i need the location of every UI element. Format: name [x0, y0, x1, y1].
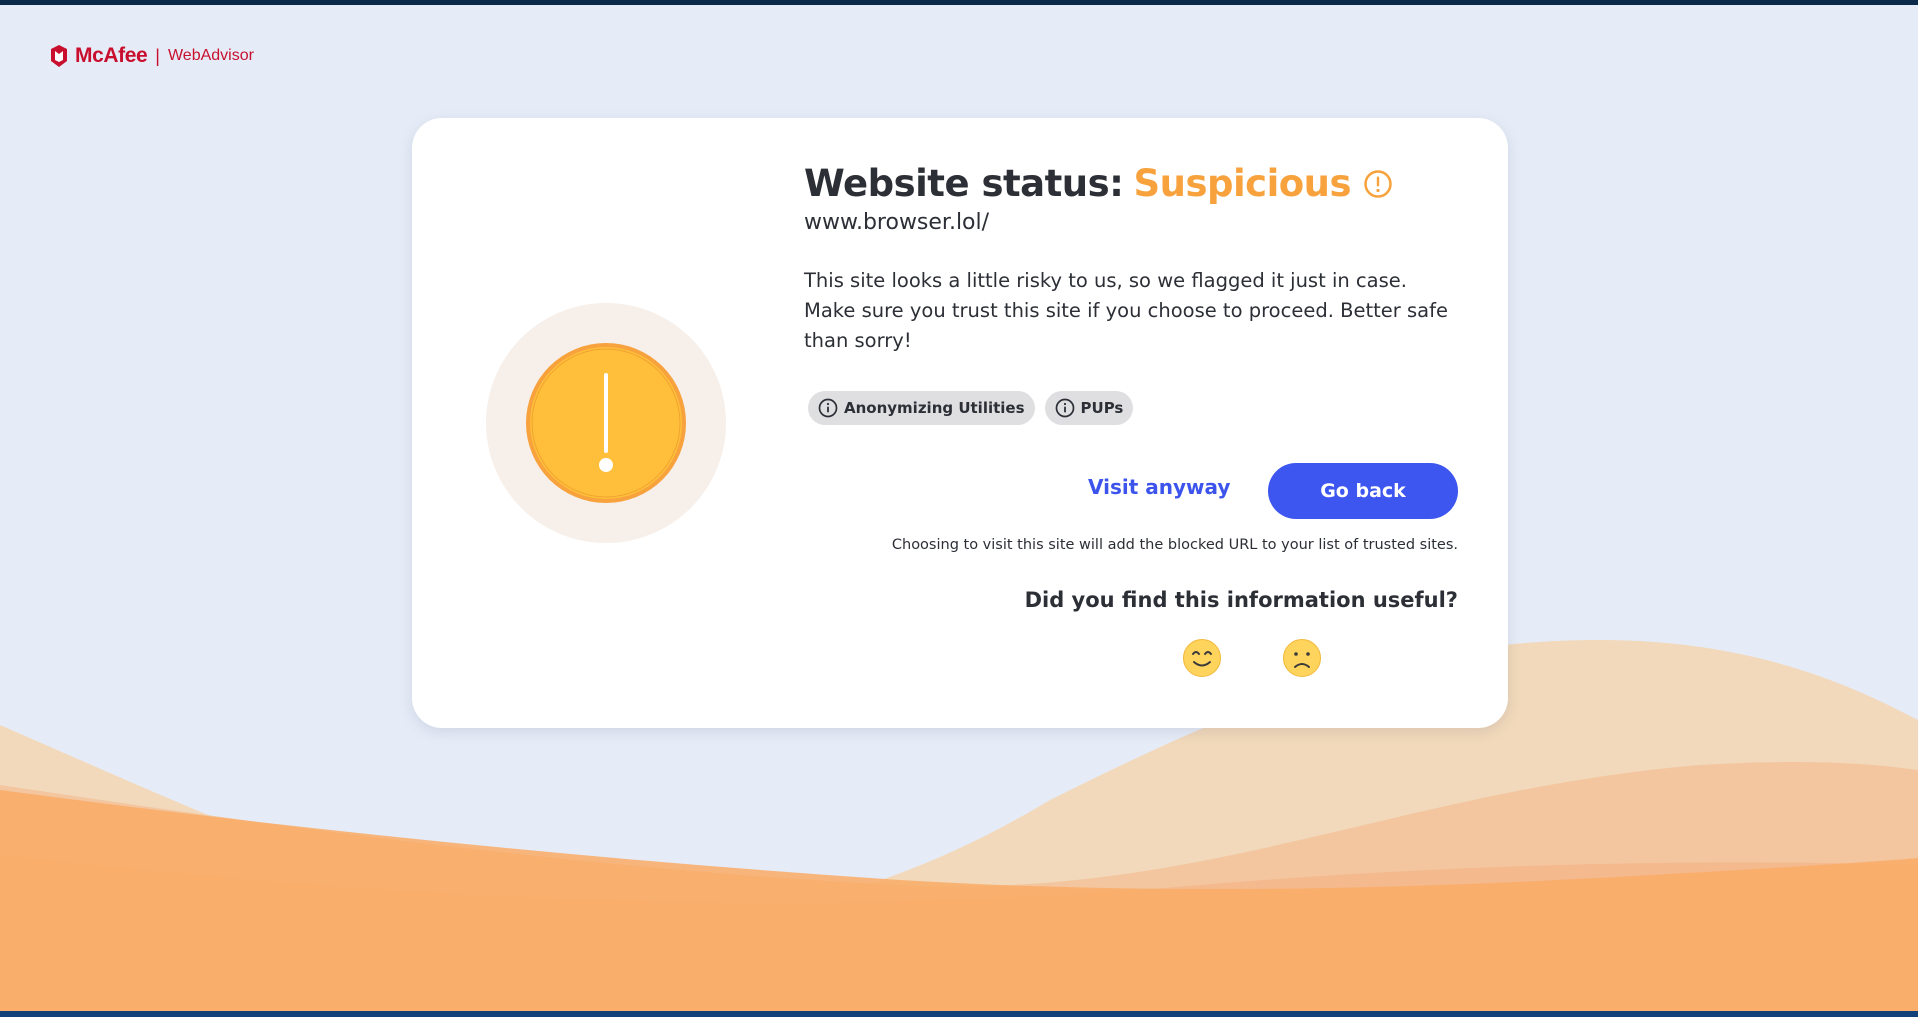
warning-illustration	[486, 303, 726, 543]
feedback-question: Did you find this information useful?	[1024, 588, 1458, 612]
status-title-prefix: Website status:	[804, 162, 1124, 205]
smile-face-icon[interactable]	[1182, 638, 1222, 678]
brand-separator: |	[155, 45, 160, 66]
warning-card: Website status: Suspicious www.browser.l…	[412, 118, 1508, 728]
tag-label: PUPs	[1080, 399, 1124, 417]
info-icon	[818, 398, 838, 418]
visit-anyway-link[interactable]: Visit anyway	[1088, 475, 1230, 499]
tag-pups: PUPs	[1044, 391, 1134, 425]
mcafee-logo: McAfee | WebAdvisor	[49, 44, 254, 68]
frown-face-icon[interactable]	[1282, 638, 1322, 678]
go-back-button[interactable]: Go back	[1268, 463, 1458, 519]
status-description: This site looks a little risky to us, so…	[804, 269, 1448, 352]
product-name: WebAdvisor	[167, 47, 254, 64]
page-title: Website status: Suspicious	[804, 162, 1393, 205]
mcafee-shield-icon	[51, 45, 67, 67]
category-tags: Anonymizing Utilities PUPs	[808, 391, 1134, 425]
brand-name: McAfee	[75, 44, 148, 67]
bottom-bar	[0, 1011, 1918, 1017]
info-icon	[1055, 398, 1074, 418]
tag-anonymizing-utilities: Anonymizing Utilities	[808, 391, 1035, 425]
exclamation-mark-icon	[604, 373, 608, 453]
trusted-sites-note: Choosing to visit this site will add the…	[891, 537, 1458, 553]
site-url: www.browser.lol/	[804, 210, 990, 235]
warning-circle-icon	[1364, 169, 1392, 198]
status-level: Suspicious	[1133, 162, 1352, 205]
tag-label: Anonymizing Utilities	[844, 399, 1025, 417]
